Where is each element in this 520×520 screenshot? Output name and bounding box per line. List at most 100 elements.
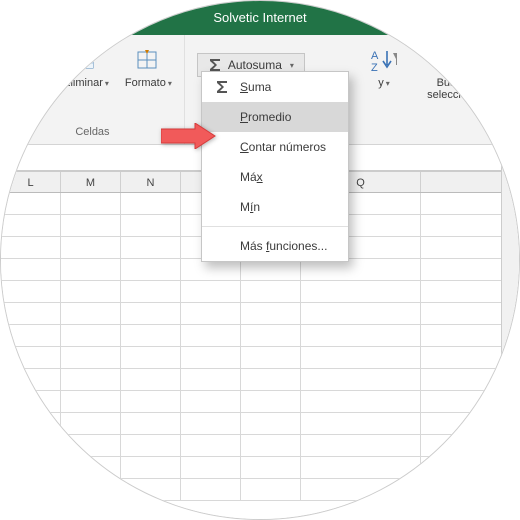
cell[interactable]	[121, 237, 181, 259]
cell[interactable]	[1, 479, 61, 501]
menu-item-average[interactable]: Promedio	[202, 102, 348, 132]
table-row[interactable]	[1, 435, 519, 457]
cell[interactable]	[301, 391, 421, 413]
cell[interactable]	[61, 413, 121, 435]
cell[interactable]	[61, 391, 121, 413]
cell[interactable]	[301, 413, 421, 435]
cell[interactable]	[121, 347, 181, 369]
table-row[interactable]	[1, 413, 519, 435]
cell[interactable]	[1, 413, 61, 435]
cell[interactable]	[181, 347, 241, 369]
cell[interactable]	[1, 457, 61, 479]
cell[interactable]	[61, 303, 121, 325]
cell[interactable]	[241, 281, 301, 303]
cell[interactable]	[121, 281, 181, 303]
cell[interactable]	[1, 193, 61, 215]
format-button[interactable]: Formato	[119, 43, 178, 93]
sort-filter-button[interactable]: AZ y	[365, 43, 403, 105]
cell[interactable]	[121, 391, 181, 413]
menu-item-sum[interactable]: Suma	[202, 72, 348, 102]
column-header[interactable]: L	[1, 172, 61, 192]
scroll-up-button[interactable]: ▲	[502, 171, 519, 191]
cell[interactable]	[61, 325, 121, 347]
cell[interactable]	[1, 391, 61, 413]
cell[interactable]	[61, 369, 121, 391]
scroll-split-box[interactable]	[501, 145, 519, 171]
vertical-scrollbar[interactable]: ▲	[501, 171, 519, 519]
cell[interactable]	[181, 479, 241, 501]
table-row[interactable]	[1, 281, 519, 303]
cell[interactable]	[241, 325, 301, 347]
column-header[interactable]: N	[121, 172, 181, 192]
cell[interactable]	[301, 281, 421, 303]
cell[interactable]	[121, 369, 181, 391]
cell[interactable]	[61, 479, 121, 501]
cell[interactable]	[181, 391, 241, 413]
cell[interactable]	[1, 347, 61, 369]
cell[interactable]	[121, 215, 181, 237]
cell[interactable]	[241, 347, 301, 369]
cell[interactable]	[181, 435, 241, 457]
cell[interactable]	[241, 435, 301, 457]
menu-item-max[interactable]: Máx	[202, 162, 348, 192]
cell[interactable]	[241, 303, 301, 325]
table-row[interactable]	[1, 303, 519, 325]
cell[interactable]	[121, 303, 181, 325]
cell[interactable]	[121, 193, 181, 215]
cell[interactable]	[61, 237, 121, 259]
cell[interactable]	[301, 435, 421, 457]
cell[interactable]	[1, 281, 61, 303]
cell[interactable]	[61, 215, 121, 237]
column-header[interactable]: M	[61, 172, 121, 192]
cell[interactable]	[301, 325, 421, 347]
cell[interactable]	[301, 369, 421, 391]
cell[interactable]	[1, 303, 61, 325]
table-row[interactable]	[1, 259, 519, 281]
cell[interactable]	[181, 457, 241, 479]
delete-button[interactable]: Eliminar	[57, 43, 115, 93]
cell[interactable]	[241, 259, 301, 281]
cell[interactable]	[181, 259, 241, 281]
cell[interactable]	[1, 215, 61, 237]
table-row[interactable]	[1, 391, 519, 413]
table-row[interactable]	[1, 347, 519, 369]
cell[interactable]	[61, 435, 121, 457]
cell[interactable]	[121, 479, 181, 501]
cell[interactable]	[181, 413, 241, 435]
cell[interactable]	[301, 347, 421, 369]
cell[interactable]	[121, 325, 181, 347]
cell[interactable]	[1, 435, 61, 457]
cell[interactable]	[301, 303, 421, 325]
menu-item-more-functions[interactable]: Más funciones...	[202, 231, 348, 261]
cell[interactable]	[241, 391, 301, 413]
cell[interactable]	[121, 435, 181, 457]
cell[interactable]	[121, 259, 181, 281]
cell[interactable]	[121, 413, 181, 435]
cell[interactable]	[121, 457, 181, 479]
cell[interactable]	[1, 325, 61, 347]
cell[interactable]	[61, 259, 121, 281]
find-select-button[interactable]: Buscar y seleccionar	[417, 43, 499, 105]
cell[interactable]	[241, 413, 301, 435]
cell[interactable]	[61, 193, 121, 215]
cell[interactable]	[1, 259, 61, 281]
insert-button[interactable]: sertar	[7, 43, 53, 93]
menu-item-count[interactable]: Contar números	[202, 132, 348, 162]
cell[interactable]	[241, 479, 301, 501]
table-row[interactable]	[1, 369, 519, 391]
cell[interactable]	[1, 237, 61, 259]
table-row[interactable]	[1, 457, 519, 479]
cell[interactable]	[61, 457, 121, 479]
cell[interactable]	[1, 369, 61, 391]
table-row[interactable]	[1, 325, 519, 347]
cell[interactable]	[301, 479, 421, 501]
cell[interactable]	[301, 259, 421, 281]
table-row[interactable]	[1, 479, 519, 501]
cell[interactable]	[181, 325, 241, 347]
cell[interactable]	[181, 303, 241, 325]
cell[interactable]	[61, 281, 121, 303]
cell[interactable]	[61, 347, 121, 369]
cell[interactable]	[181, 369, 241, 391]
cell[interactable]	[301, 457, 421, 479]
cell[interactable]	[241, 457, 301, 479]
